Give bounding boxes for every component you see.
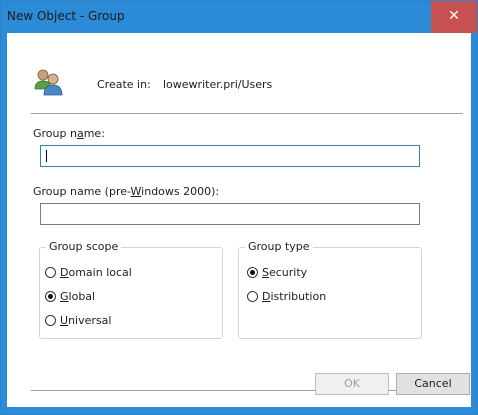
radio-circle[interactable] xyxy=(45,291,56,302)
dialog-window: New Object - Group ✕ Create in: lowewrit… xyxy=(0,0,478,415)
radio-label: Universal xyxy=(60,314,112,327)
cancel-button[interactable]: Cancel xyxy=(396,373,470,395)
group-name-pre2000-input[interactable] xyxy=(40,203,420,225)
radio-universal[interactable]: Universal xyxy=(45,314,111,327)
radio-label: Distribution xyxy=(262,290,327,303)
group-scope-title: Group scope xyxy=(46,240,122,253)
ok-button[interactable]: OK xyxy=(315,373,389,395)
radio-global[interactable]: Global xyxy=(45,290,95,303)
radio-circle[interactable] xyxy=(45,315,56,326)
group-name-label: Group name: xyxy=(33,127,105,140)
radio-domain-local[interactable]: Domain local xyxy=(45,266,132,279)
radio-circle[interactable] xyxy=(247,267,258,278)
create-in-path: lowewriter.pri/Users xyxy=(163,78,273,91)
group-name-pre2000-label: Group name (pre-Windows 2000): xyxy=(33,185,220,198)
group-type-groupbox: Group type Security Distribution xyxy=(238,240,422,339)
radio-security[interactable]: Security xyxy=(247,266,307,279)
text-caret xyxy=(46,150,47,162)
radio-circle[interactable] xyxy=(45,267,56,278)
radio-circle[interactable] xyxy=(247,291,258,302)
window-title: New Object - Group xyxy=(7,9,125,23)
close-button[interactable]: ✕ xyxy=(431,1,477,33)
separator xyxy=(31,113,463,114)
title-bar[interactable]: New Object - Group ✕ xyxy=(1,1,477,33)
group-type-title: Group type xyxy=(245,240,313,253)
group-scope-groupbox: Group scope Domain local Global Universa… xyxy=(39,240,223,339)
radio-label: Domain local xyxy=(60,266,132,279)
group-name-input[interactable] xyxy=(40,145,420,167)
radio-label: Global xyxy=(60,290,96,303)
dialog-client-area: Create in: lowewriter.pri/Users Group na… xyxy=(7,33,471,407)
radio-distribution[interactable]: Distribution xyxy=(247,290,326,303)
create-in-label: Create in: xyxy=(97,78,151,91)
close-icon: ✕ xyxy=(448,8,460,24)
users-group-icon xyxy=(33,67,65,97)
radio-label: Security xyxy=(262,266,308,279)
